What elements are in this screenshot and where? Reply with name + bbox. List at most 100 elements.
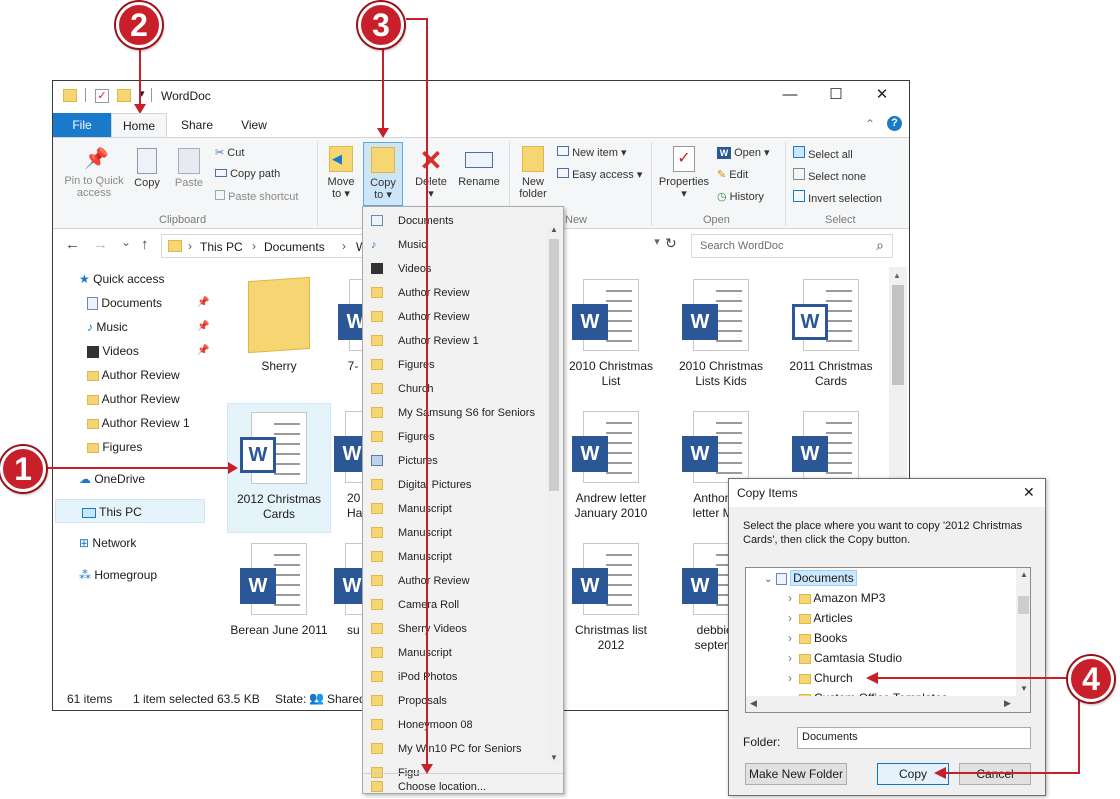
menu-item[interactable]: Manuscript — [363, 641, 547, 665]
tree-item-documents[interactable]: ⌄ Documents — [764, 568, 857, 588]
select-all-button[interactable]: Select all — [793, 146, 853, 161]
file-item[interactable]: W 2011 Christmas Cards — [779, 279, 883, 389]
cut-button[interactable]: ✂ Cut — [215, 146, 244, 159]
tab-share[interactable]: Share — [171, 113, 223, 137]
nav-onedrive[interactable]: ☁ OneDrive — [53, 467, 213, 491]
menu-item[interactable]: Church — [363, 377, 547, 401]
menu-item[interactable]: Honeymoon 08 — [363, 713, 547, 737]
file-item[interactable]: Sherry — [227, 276, 331, 374]
file-item[interactable]: W 20 Ha — [333, 411, 363, 521]
menu-item[interactable]: Author Review — [363, 569, 547, 593]
tree-item-church[interactable]: › Church — [788, 668, 853, 688]
recent-locations-icon[interactable]: ⌄ — [121, 235, 131, 249]
nav-network[interactable]: ⊞ Network — [53, 531, 213, 555]
nav-this-pc[interactable]: This PC — [55, 499, 205, 523]
nav-homegroup[interactable]: ⁂ Homegroup — [53, 563, 213, 587]
close-button[interactable]: ✕ — [859, 81, 905, 111]
tab-home[interactable]: Home — [111, 113, 167, 137]
menu-item[interactable]: Documents — [363, 209, 547, 233]
menu-item[interactable]: Manuscript — [363, 497, 547, 521]
nav-figures[interactable]: Figures — [53, 435, 213, 459]
menu-item[interactable]: Proposals — [363, 689, 547, 713]
history-button[interactable]: ◷ History — [717, 190, 764, 203]
menu-item[interactable]: Author Review — [363, 305, 547, 329]
scroll-down-icon[interactable]: ▼ — [550, 753, 558, 762]
menu-scrollbar[interactable]: ▲ ▼ — [547, 225, 561, 765]
tab-view[interactable]: View — [229, 113, 279, 137]
scroll-up-icon[interactable]: ▲ — [550, 225, 558, 234]
forward-arrow-icon[interactable]: → — [93, 236, 108, 253]
copy-to-button[interactable]: Copy to ▾ — [363, 142, 403, 206]
back-arrow-icon[interactable]: ← — [65, 236, 80, 253]
menu-item[interactable]: ♪ Music — [363, 233, 547, 257]
file-item-selected[interactable]: W 2012 Christmas Cards — [227, 403, 331, 533]
collapse-ribbon-icon[interactable]: ⌃ — [865, 117, 875, 131]
nav-music[interactable]: ♪ Music 📌 — [53, 315, 213, 339]
open-button[interactable]: W Open ▾ — [717, 146, 770, 159]
scroll-thumb[interactable] — [1018, 596, 1029, 614]
breadcrumb-documents[interactable]: Documents — [264, 240, 325, 254]
search-input[interactable]: Search WordDoc ⌕ — [691, 234, 893, 258]
scroll-left-icon[interactable]: ◀ — [750, 698, 757, 709]
menu-item[interactable]: My Win10 PC for Seniors — [363, 737, 547, 761]
tree-item-amazon-mp3[interactable]: › Amazon MP3 — [788, 588, 885, 608]
breadcrumb-this-pc[interactable]: This PC — [200, 240, 243, 254]
nav-documents[interactable]: Documents 📌 — [53, 291, 213, 315]
scroll-up-icon[interactable]: ▲ — [1020, 570, 1028, 579]
pin-icon[interactable]: 📌 — [197, 315, 209, 339]
maximize-button[interactable]: ☐ — [813, 81, 859, 111]
cancel-button[interactable]: Cancel — [959, 763, 1031, 785]
nav-author-review-2[interactable]: Author Review — [53, 387, 213, 411]
menu-item[interactable]: Camera Roll — [363, 593, 547, 617]
new-folder-button[interactable]: New folder — [513, 146, 553, 200]
scroll-up-icon[interactable]: ▲ — [893, 271, 901, 280]
copy-button[interactable]: Copy — [129, 148, 165, 189]
folder-tree[interactable]: ⌄ Documents › Amazon MP3 › Articles › Bo… — [745, 567, 1031, 713]
menu-item[interactable]: Figures — [363, 353, 547, 377]
pin-to-quick-access-button[interactable]: 📌 Pin to Quick access — [57, 148, 131, 199]
file-item[interactable]: W Berean June 2011 — [227, 543, 331, 638]
dialog-close-button[interactable]: ✕ — [1023, 484, 1035, 501]
menu-item[interactable]: Sherry Videos — [363, 617, 547, 641]
file-item[interactable]: W Christmas list 2012 — [559, 543, 663, 653]
minimize-button[interactable]: — — [767, 81, 813, 111]
file-item[interactable]: W su — [333, 543, 363, 638]
menu-item[interactable]: Author Review 1 — [363, 329, 547, 353]
file-item[interactable]: W — [779, 411, 883, 483]
scroll-right-icon[interactable]: ▶ — [1004, 698, 1011, 709]
delete-button[interactable]: ✕ Delete ▾ — [409, 146, 453, 201]
folder-field[interactable]: Documents — [797, 727, 1031, 749]
tree-horizontal-scrollbar[interactable]: ◀ ▶ — [746, 696, 1030, 712]
menu-item[interactable]: Author Review — [363, 281, 547, 305]
file-item[interactable]: W Andrew letter January 2010 — [559, 411, 663, 521]
scroll-thumb[interactable] — [892, 285, 904, 385]
paste-shortcut-button[interactable]: Paste shortcut — [215, 190, 298, 203]
edit-button[interactable]: ✎ Edit — [717, 168, 748, 181]
file-item[interactable]: W 2010 Christmas List — [559, 279, 663, 389]
menu-item[interactable]: Figures — [363, 425, 547, 449]
properties-button[interactable]: ✓ Properties ▾ — [655, 146, 713, 200]
menu-item[interactable]: Pictures — [363, 449, 547, 473]
pin-icon[interactable]: 📌 — [197, 291, 209, 315]
menu-item[interactable]: Digital Pictures — [363, 473, 547, 497]
invert-selection-button[interactable]: Invert selection — [793, 190, 882, 205]
nav-videos[interactable]: Videos 📌 — [53, 339, 213, 363]
nav-author-review[interactable]: Author Review — [53, 363, 213, 387]
tree-item-camtasia-studio[interactable]: › Camtasia Studio — [788, 648, 902, 668]
nav-author-review-1[interactable]: Author Review 1 — [53, 411, 213, 435]
tab-file[interactable]: File — [53, 113, 111, 137]
menu-item[interactable]: Manuscript — [363, 521, 547, 545]
rename-button[interactable]: Rename — [455, 146, 503, 188]
refresh-icon[interactable]: ↻ — [665, 235, 677, 252]
easy-access-button[interactable]: Easy access ▾ — [557, 168, 642, 181]
move-to-button[interactable]: ◀ Move to ▾ — [323, 146, 359, 200]
menu-item[interactable]: iPod Photos — [363, 665, 547, 689]
select-none-button[interactable]: Select none — [793, 168, 866, 183]
file-item[interactable]: W 2010 Christmas Lists Kids — [669, 279, 773, 389]
properties-check-icon[interactable]: ✓ — [95, 89, 109, 103]
scroll-thumb[interactable] — [549, 239, 559, 491]
tree-item-articles[interactable]: › Articles — [788, 608, 853, 628]
new-item-button[interactable]: New item ▾ — [557, 146, 627, 159]
pin-icon[interactable]: 📌 — [197, 339, 209, 363]
menu-item[interactable]: My Samsung S6 for Seniors — [363, 401, 547, 425]
